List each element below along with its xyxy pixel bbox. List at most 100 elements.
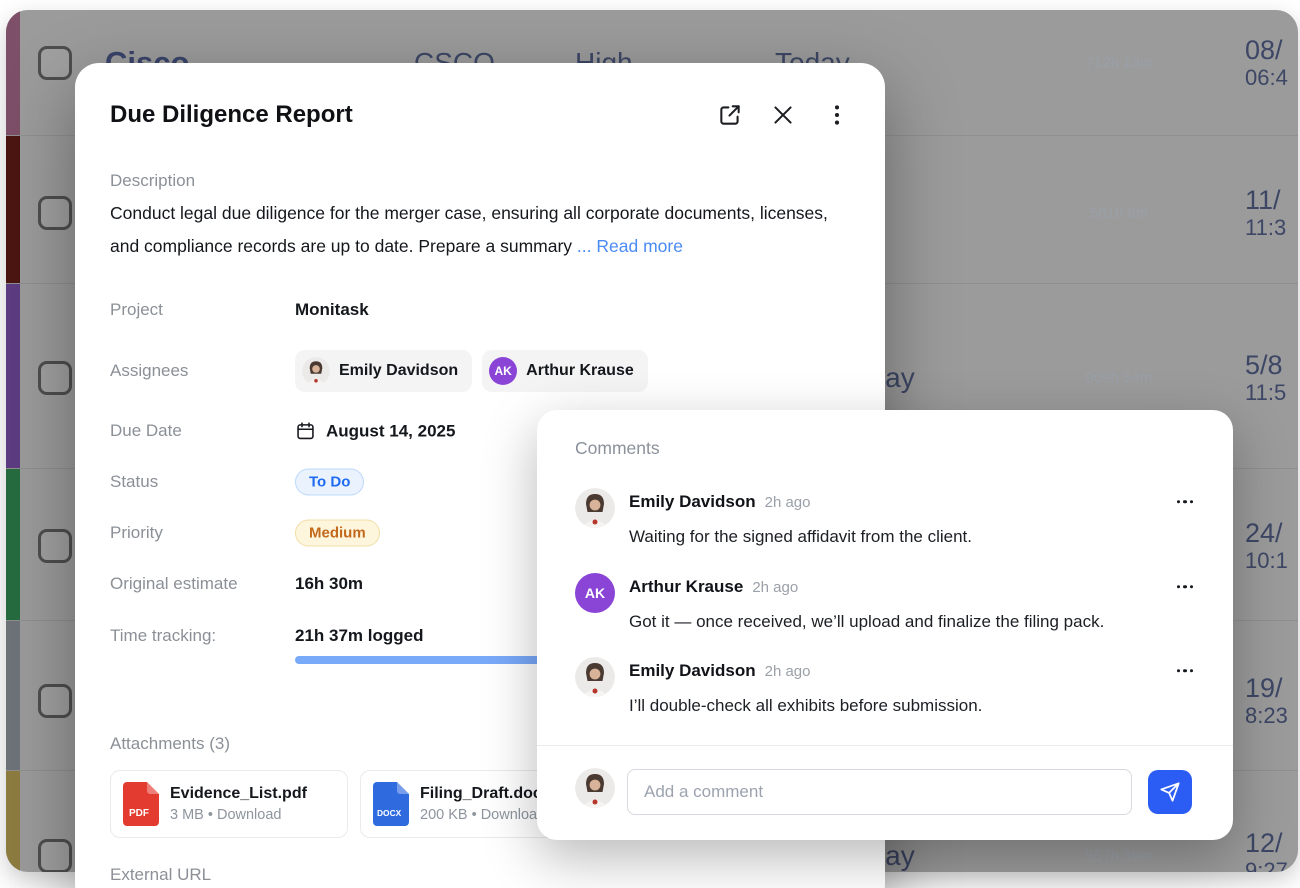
row-checkbox[interactable]: [38, 684, 72, 718]
comment-author: Emily Davidson: [629, 661, 756, 680]
send-comment-button[interactable]: [1148, 770, 1192, 814]
assignees-label: Assignees: [110, 361, 188, 381]
assignee-name: Emily Davidson: [339, 362, 458, 380]
priority-label: Priority: [110, 523, 163, 543]
comment-text: Waiting for the signed affidavit from th…: [629, 527, 972, 547]
emily-avatar: [302, 357, 330, 385]
comments-panel: Comments Emily Davidson 2h ago Waiting fo…: [537, 410, 1233, 840]
avatar-initials: AK: [585, 585, 605, 601]
row-checkbox[interactable]: [38, 46, 72, 80]
open-in-new-icon[interactable]: [715, 100, 745, 130]
comment-header: Emily Davidson 2h ago: [629, 492, 811, 512]
clock-line: 11:3: [1245, 215, 1286, 241]
description-body: Conduct legal due diligence for the merg…: [110, 203, 828, 256]
date-cell: 19/8:23: [1245, 673, 1288, 729]
file-type-label: DOCX: [377, 808, 402, 818]
status-badge[interactable]: To Do: [295, 469, 364, 496]
date-line: 19/: [1245, 673, 1283, 703]
row-color-bar: [6, 10, 20, 135]
description-text: Conduct legal due diligence for the merg…: [110, 197, 858, 262]
row-color-bar: [6, 284, 20, 469]
clock-line: 10:1: [1245, 548, 1288, 574]
estimate-value: 16h 30m: [295, 574, 363, 594]
date-cell: 11/11:3: [1245, 185, 1286, 241]
file-type-label: PDF: [129, 808, 149, 819]
arthur-avatar: AK: [575, 573, 615, 613]
date-line: 11/: [1245, 185, 1281, 215]
attachment-meta[interactable]: 3 MB • Download: [170, 807, 307, 823]
arthur-avatar: AK: [489, 357, 517, 385]
time-cell: 561h 8m: [1090, 205, 1148, 222]
clock-line: 11:5: [1245, 380, 1286, 406]
row-checkbox[interactable]: [38, 529, 72, 563]
avatar-initials: AK: [494, 364, 511, 378]
clock-line: 06:4: [1245, 65, 1288, 91]
pdf-file-icon: PDF: [123, 782, 159, 826]
comment-time: 2h ago: [765, 494, 811, 511]
due-date-value: August 14, 2025: [326, 421, 455, 441]
time-cell: 557h 39m: [1086, 848, 1153, 865]
time-cell: 909h 54m: [1086, 370, 1153, 387]
comment-text: Got it — once received, we’ll upload and…: [629, 612, 1104, 632]
attachments-label: Attachments (3): [110, 734, 230, 754]
comment-author: Emily Davidson: [629, 492, 756, 511]
date-line: 12/: [1245, 828, 1283, 858]
clock-line: 9:27: [1245, 858, 1288, 872]
estimate-label: Original estimate: [110, 574, 238, 594]
comment-menu-icon[interactable]: [1177, 669, 1193, 672]
read-more-link[interactable]: ... Read more: [577, 236, 683, 256]
date-cell: 12/9:27: [1245, 828, 1288, 872]
comment-text: I’ll double-check all exhibits before su…: [629, 696, 982, 716]
clock-line: 8:23: [1245, 703, 1288, 729]
comment-header: Emily Davidson 2h ago: [629, 661, 811, 681]
comment-menu-icon[interactable]: [1177, 500, 1193, 503]
comment-time: 2h ago: [752, 579, 798, 596]
priority-badge[interactable]: Medium: [295, 520, 380, 547]
time-cell: 712h 13m: [1086, 55, 1153, 72]
task-title: Due Diligence Report: [110, 101, 353, 129]
external-url-label: External URL: [110, 865, 211, 885]
date-line: 24/: [1245, 518, 1283, 548]
assignee-chip[interactable]: Emily Davidson: [295, 350, 472, 392]
description-label: Description: [110, 171, 195, 191]
add-comment-input[interactable]: [627, 769, 1132, 815]
attachment-meta[interactable]: 200 KB • Download: [420, 807, 551, 823]
date-line: 5/8: [1245, 350, 1283, 380]
emily-avatar: [575, 657, 615, 697]
date-cell: 5/811:5: [1245, 350, 1286, 406]
time-tracking-label: Time tracking:: [110, 626, 216, 646]
emily-avatar: [575, 768, 615, 808]
docx-file-icon: DOCX: [373, 782, 409, 826]
due-date-label: Due Date: [110, 421, 182, 441]
composer-divider: [537, 745, 1233, 746]
row-checkbox[interactable]: [38, 196, 72, 230]
row-color-bar: [6, 771, 20, 872]
row-color-bar: [6, 136, 20, 284]
date-cell: 24/10:1: [1245, 518, 1288, 574]
row-color-bar: [6, 469, 20, 621]
row-color-bar: [6, 621, 20, 771]
comment-time: 2h ago: [765, 663, 811, 680]
attachment-name: Evidence_List.pdf: [170, 785, 307, 803]
date-line: 08/: [1245, 35, 1283, 65]
comment-menu-icon[interactable]: [1177, 585, 1193, 588]
close-icon[interactable]: [768, 100, 798, 130]
comment-author: Arthur Krause: [629, 577, 743, 596]
date-cell: 08/06:4: [1245, 35, 1288, 91]
status-label: Status: [110, 472, 158, 492]
row-checkbox[interactable]: [38, 839, 72, 872]
assignee-chip[interactable]: AK Arthur Krause: [482, 350, 648, 392]
project-label: Project: [110, 300, 163, 320]
attachment-card[interactable]: PDF Evidence_List.pdf 3 MB • Download: [110, 770, 348, 838]
emily-avatar: [575, 488, 615, 528]
comment-header: Arthur Krause 2h ago: [629, 577, 798, 597]
calendar-icon: [295, 421, 316, 442]
assignee-name: Arthur Krause: [526, 362, 634, 380]
row-checkbox[interactable]: [38, 361, 72, 395]
attachment-name: Filing_Draft.docx: [420, 785, 551, 803]
project-value: Monitask: [295, 300, 369, 320]
kebab-menu-icon[interactable]: [822, 100, 852, 130]
app-screen: Cisco CSCO High Today 712h 13m 08/06:4 5…: [0, 0, 1300, 888]
paper-plane-icon: [1159, 781, 1181, 803]
comments-title: Comments: [575, 438, 660, 459]
